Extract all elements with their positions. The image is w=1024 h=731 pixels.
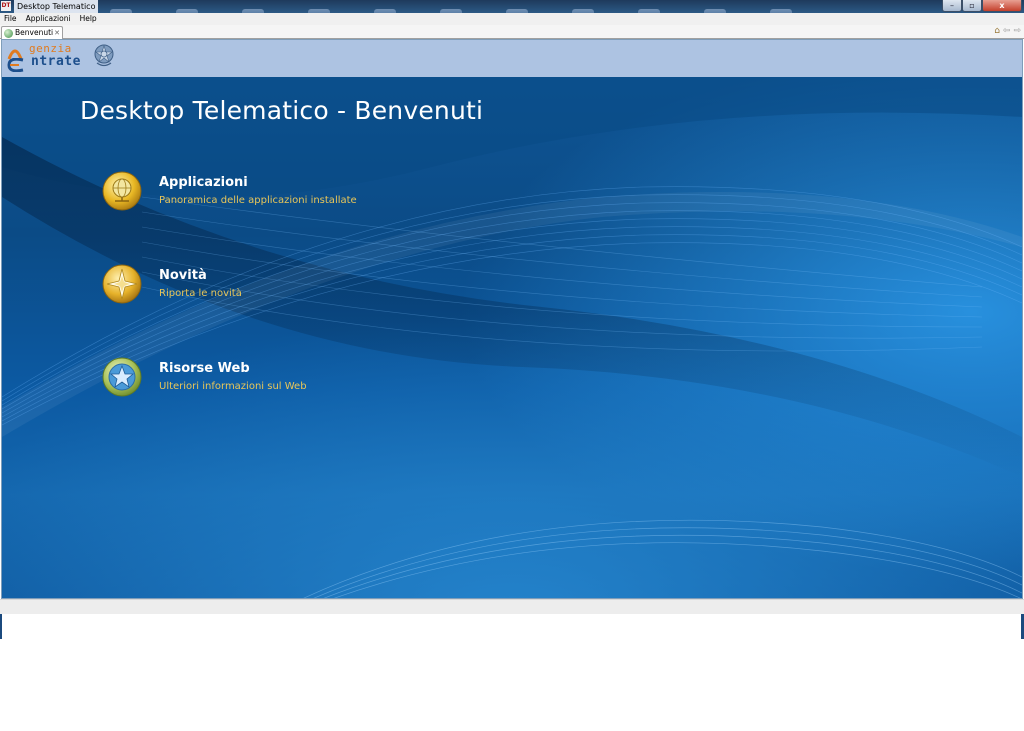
tab-label: Benvenuti	[15, 28, 54, 37]
item-subtitle: Ulteriori informazioni sul Web	[159, 381, 307, 392]
status-bar	[0, 599, 1024, 614]
agency-header: genzia ntrate	[2, 40, 1022, 77]
app-icon: DT	[1, 1, 11, 11]
back-icon[interactable]: ⇦	[1003, 26, 1011, 37]
window-controls: – ▫ x	[942, 0, 1022, 13]
maximize-button[interactable]: ▫	[962, 0, 982, 12]
menu-file[interactable]: File	[4, 13, 17, 25]
globe-icon	[102, 171, 142, 211]
republic-emblem-icon	[94, 44, 114, 67]
logo-text-entrate: ntrate	[31, 54, 81, 69]
tab-close-icon[interactable]: ✕	[54, 27, 60, 39]
welcome-panel: Desktop Telematico - Benvenuti Applicazi…	[2, 77, 1022, 598]
minimize-button[interactable]: –	[942, 0, 962, 12]
agenzia-entrate-logo: genzia ntrate	[5, 42, 117, 74]
item-title: Applicazioni	[159, 175, 248, 190]
window-edge-left	[0, 614, 2, 639]
menu-applicazioni[interactable]: Applicazioni	[26, 13, 71, 25]
item-title: Novità	[159, 268, 207, 283]
taskbar-strip	[110, 2, 910, 17]
close-button[interactable]: x	[982, 0, 1022, 12]
item-subtitle: Panoramica delle applicazioni installate	[159, 195, 357, 206]
star-icon	[102, 264, 142, 304]
logo-e-mark	[7, 58, 24, 72]
tab-benvenuti[interactable]: Benvenuti ✕	[1, 26, 63, 39]
wave-background	[2, 77, 1022, 598]
link-applicazioni[interactable]: Applicazioni Panoramica delle applicazio…	[102, 171, 502, 217]
tab-bar: Benvenuti ✕ ⌂ ⇦ ⇨	[0, 25, 1024, 39]
window-titlebar: DT Desktop Telematico – ▫ x	[0, 0, 1024, 17]
home-icon[interactable]: ⌂	[994, 26, 1000, 37]
globe-icon	[4, 29, 13, 38]
menu-bar: File Applicazioni Help	[0, 13, 1024, 25]
page-title: Desktop Telematico - Benvenuti	[80, 96, 484, 125]
link-risorse-web[interactable]: Risorse Web Ulteriori informazioni sul W…	[102, 357, 502, 403]
web-star-icon	[102, 357, 142, 397]
menu-help[interactable]: Help	[80, 13, 97, 25]
window-title: Desktop Telematico	[14, 0, 99, 13]
item-title: Risorse Web	[159, 361, 250, 376]
item-subtitle: Riporta le novità	[159, 288, 242, 299]
content-frame: genzia ntrate Desktop Telematico - Benve…	[1, 39, 1023, 599]
browser-nav: ⌂ ⇦ ⇨	[994, 26, 1021, 37]
link-novita[interactable]: Novità Riporta le novità	[102, 264, 502, 310]
forward-icon[interactable]: ⇨	[1013, 26, 1021, 37]
